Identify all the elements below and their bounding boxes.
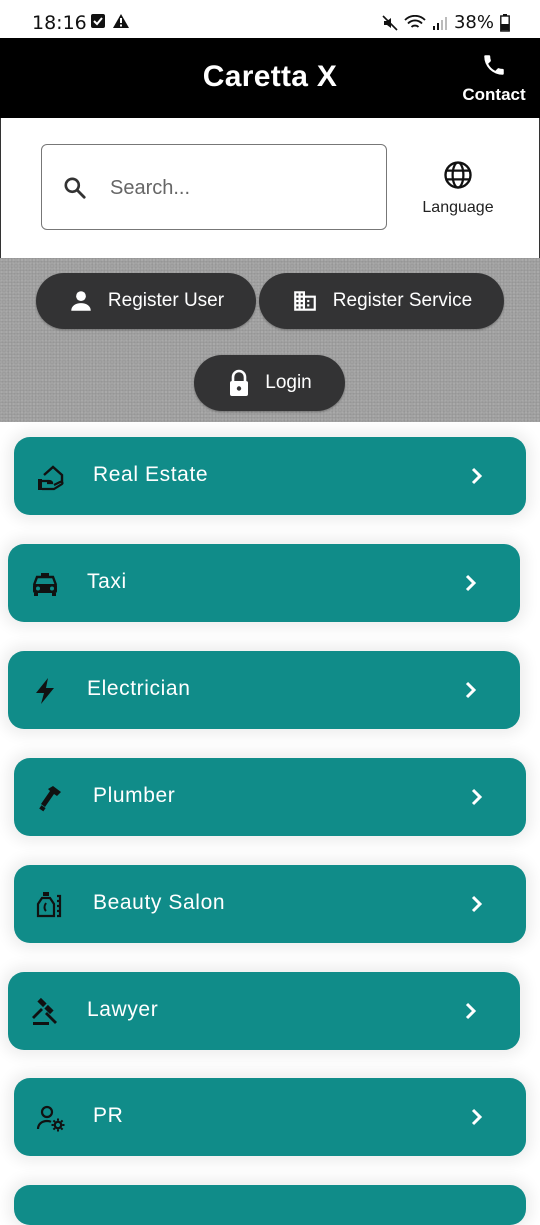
category-label: Beauty Salon (93, 891, 226, 914)
register-user-button[interactable]: Register User (36, 273, 256, 329)
chevron-right-icon (471, 788, 483, 806)
search-icon (64, 177, 86, 199)
category-lawyer[interactable]: Lawyer (8, 972, 520, 1050)
taxi-icon (32, 573, 58, 596)
battery-icon (500, 13, 510, 32)
language-button[interactable]: Language (413, 160, 503, 217)
business-icon (293, 291, 316, 311)
status-notification-icons (90, 13, 130, 29)
search-input[interactable] (108, 167, 372, 209)
check-notification-icon (91, 14, 105, 28)
bolt-icon (36, 678, 54, 704)
category-real-estate[interactable]: Real Estate (14, 437, 526, 515)
chevron-right-icon (471, 467, 483, 485)
gavel-icon (32, 997, 57, 1025)
person-icon (71, 291, 91, 311)
chevron-right-icon (465, 1002, 477, 1020)
register-service-label: Register Service (332, 290, 473, 311)
wrench-icon (39, 786, 61, 812)
chevron-right-icon (471, 895, 483, 913)
register-service-button[interactable]: Register Service (259, 273, 504, 329)
chevron-right-icon (471, 1108, 483, 1126)
category-partial[interactable] (14, 1185, 526, 1225)
signal-icon (432, 16, 447, 30)
category-plumber[interactable]: Plumber (14, 758, 526, 836)
cosmetics-icon (36, 892, 62, 918)
search-box[interactable] (41, 144, 387, 230)
language-label: Language (422, 199, 494, 216)
login-label: Login (265, 372, 312, 393)
status-time: 18:16 (32, 12, 87, 34)
category-label: Lawyer (87, 998, 159, 1021)
phone-icon (484, 55, 504, 75)
category-label: Real Estate (93, 463, 209, 486)
real-estate-icon (38, 465, 64, 491)
status-right: 38% (382, 12, 510, 33)
lock-icon (230, 369, 249, 396)
chevron-right-icon (465, 681, 477, 699)
person-settings-icon (36, 1105, 65, 1132)
search-panel: Language (0, 118, 540, 259)
chevron-right-icon (465, 574, 477, 592)
contact-label: Contact (462, 85, 526, 104)
globe-icon (444, 161, 472, 189)
category-label: Taxi (87, 570, 127, 593)
category-label: Plumber (93, 784, 176, 807)
category-taxi[interactable]: Taxi (8, 544, 520, 622)
mute-icon (382, 14, 398, 31)
wifi-icon (404, 14, 426, 28)
warning-icon (113, 14, 129, 28)
register-user-label: Register User (107, 290, 225, 311)
category-beauty-salon[interactable]: Beauty Salon (14, 865, 526, 943)
app-bar: Caretta X Contact (0, 38, 540, 118)
login-button[interactable]: Login (194, 355, 345, 411)
auth-area: Register User Register Service Login (0, 258, 540, 422)
battery-percent: 38% (453, 12, 494, 33)
category-pr[interactable]: PR (14, 1078, 526, 1156)
contact-button[interactable]: Contact (462, 52, 526, 105)
category-electrician[interactable]: Electrician (8, 651, 520, 729)
category-label: PR (93, 1104, 124, 1127)
app-title: Caretta X (202, 60, 338, 93)
category-label: Electrician (87, 677, 191, 700)
